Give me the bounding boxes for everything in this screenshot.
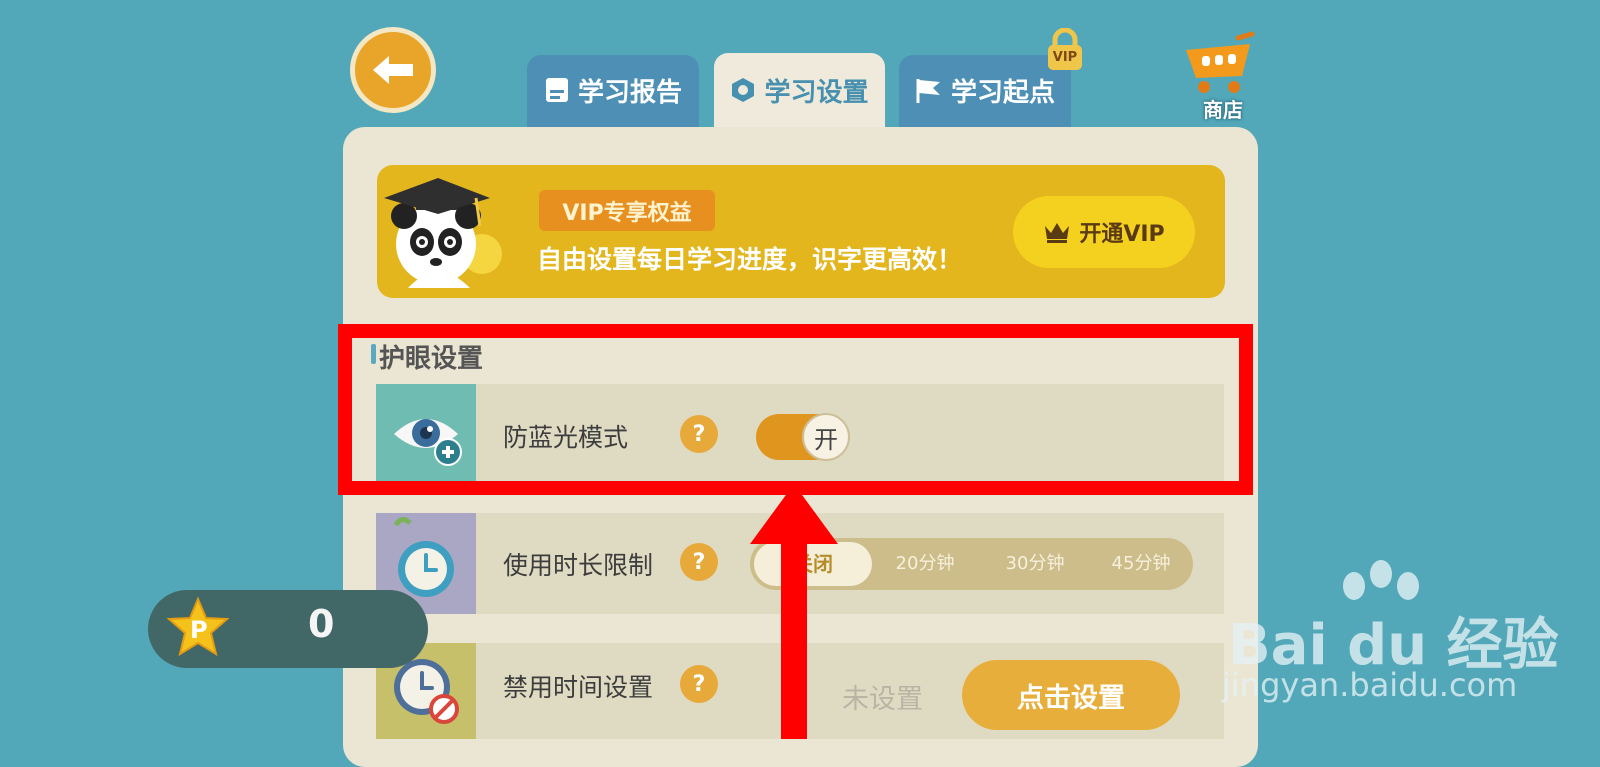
crown-icon bbox=[1045, 223, 1070, 243]
option-off[interactable]: 关闭 bbox=[754, 542, 872, 586]
shop-label: 商店 bbox=[1203, 98, 1243, 122]
tab-label: 学习报告 bbox=[577, 77, 682, 108]
option-20min[interactable]: 20分钟 bbox=[872, 538, 978, 590]
svg-text:P: P bbox=[190, 616, 208, 644]
coin-count: 0 bbox=[308, 602, 335, 646]
cart-icon bbox=[1186, 31, 1255, 93]
time-limit-label: 使用时长限制 bbox=[503, 551, 654, 580]
star-p-icon: P bbox=[166, 596, 230, 657]
time-limit-help-icon[interactable]: ? bbox=[680, 543, 718, 581]
arrow-up-icon bbox=[750, 484, 838, 544]
click-to-set-button[interactable]: 点击设置 bbox=[962, 660, 1180, 730]
open-vip-label: 开通VIP bbox=[1079, 222, 1165, 247]
vip-lock-label: VIP bbox=[1052, 50, 1078, 65]
panda-mascot-icon bbox=[378, 168, 508, 298]
back-button[interactable] bbox=[350, 27, 436, 113]
baidu-watermark: Bai du 经验 jingyan.baidu.com bbox=[1222, 560, 1559, 710]
coin-counter: P 0 bbox=[148, 590, 428, 668]
open-vip-button[interactable]: 开通VIP bbox=[1013, 196, 1195, 268]
tab-label: 学习设置 bbox=[764, 77, 869, 108]
vip-badge: VIP专享权益 bbox=[539, 190, 715, 231]
flag-icon bbox=[916, 79, 940, 103]
tab-label: 学习起点 bbox=[950, 77, 1055, 108]
shop-button[interactable]: 商店 bbox=[1182, 30, 1264, 122]
watermark-url: jingyan.baidu.com bbox=[1222, 666, 1518, 704]
hexagon-icon bbox=[732, 78, 755, 102]
time-limit-selector[interactable]: 关闭 20分钟 30分钟 45分钟 bbox=[750, 538, 1193, 590]
arrow-shaft bbox=[781, 540, 807, 739]
vip-lock-icon: VIP bbox=[1046, 27, 1084, 72]
report-icon bbox=[545, 78, 568, 102]
ban-time-label: 禁用时间设置 bbox=[503, 673, 654, 702]
ban-time-help-icon[interactable]: ? bbox=[680, 665, 718, 703]
arrow-left-icon bbox=[373, 56, 413, 84]
option-45min[interactable]: 45分钟 bbox=[1088, 538, 1194, 590]
ban-time-status: 未设置 bbox=[842, 684, 923, 715]
option-30min[interactable]: 30分钟 bbox=[982, 538, 1088, 590]
tab-study-settings[interactable]: 学习设置 bbox=[714, 53, 885, 133]
tab-study-report[interactable]: 学习报告 bbox=[527, 55, 699, 131]
banner-text: 自由设置每日学习进度，识字更高效！ bbox=[537, 245, 963, 274]
highlight-box bbox=[338, 324, 1253, 495]
